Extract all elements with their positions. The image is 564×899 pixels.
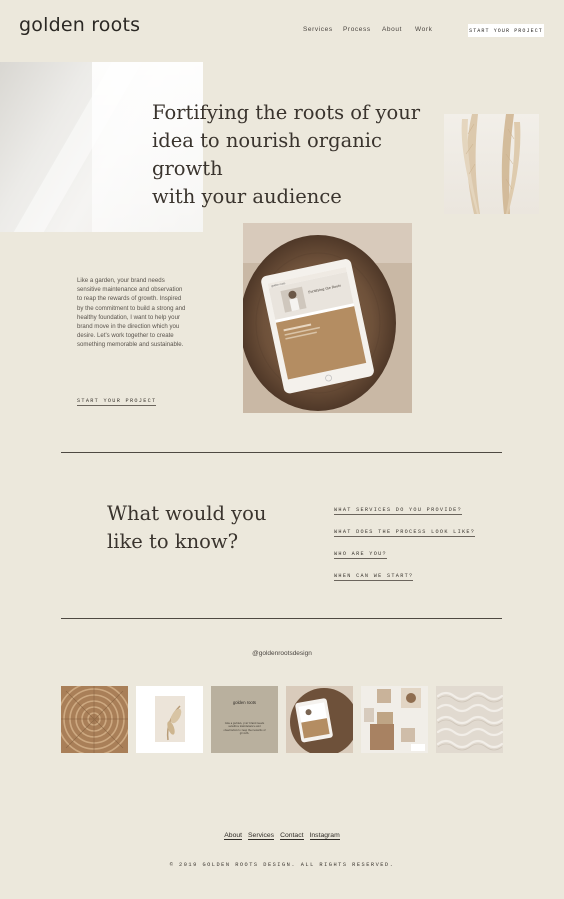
footer-link-about[interactable]: About — [224, 832, 243, 840]
section-divider — [61, 618, 502, 619]
instagram-handle[interactable]: @goldenrootsdesign — [0, 650, 564, 657]
instagram-tile[interactable] — [286, 686, 353, 753]
start-project-link[interactable]: START YOUR PROJECT — [77, 398, 157, 406]
nav-about[interactable]: About — [382, 26, 402, 33]
faq-question-services[interactable]: WHAT SERVICES DO YOU PROVIDE? — [334, 507, 462, 515]
instagram-tile-text: Like a garden, your brand needs sensitiv… — [223, 722, 266, 736]
nav-services[interactable]: Services — [303, 26, 333, 33]
instagram-tile[interactable] — [361, 686, 428, 753]
faq-title-line: like to know? — [107, 530, 239, 553]
faq-question-start[interactable]: WHEN CAN WE START? — [334, 573, 414, 581]
nav-process[interactable]: Process — [343, 26, 371, 33]
nav-work[interactable]: Work — [415, 26, 432, 33]
copyright: © 2019 GOLDEN ROOTS DESIGN. ALL RIGHTS R… — [169, 862, 395, 868]
instagram-tile[interactable] — [136, 686, 203, 753]
tablet-mockup-photo: golden roots Fortifying the Roots — [243, 223, 412, 413]
hero-title-line: Fortifying the roots of your — [152, 101, 421, 124]
section-divider — [61, 452, 502, 453]
footer-link-services[interactable]: Services — [248, 832, 275, 840]
faq-title: What would you like to know? — [107, 500, 267, 556]
instagram-tile-logo: golden roots — [232, 700, 257, 705]
instagram-tile[interactable] — [61, 686, 128, 753]
footer-link-contact[interactable]: Contact — [280, 832, 304, 840]
hero-title-line: idea to nourish organic growth — [152, 129, 382, 180]
instagram-tile[interactable] — [436, 686, 503, 753]
instagram-tile[interactable]: golden roots Like a garden, your brand n… — [211, 686, 278, 753]
faq-question-who[interactable]: WHO ARE YOU? — [334, 551, 387, 559]
faq-title-line: What would you — [107, 502, 267, 525]
start-project-button[interactable]: START YOUR PROJECT — [468, 24, 544, 37]
logo[interactable]: golden roots — [19, 14, 140, 36]
footer-nav: About Services Contact Instagram — [0, 832, 564, 840]
faq-question-process[interactable]: WHAT DOES THE PROCESS LOOK LIKE? — [334, 529, 476, 537]
pampas-grass-photo — [444, 114, 539, 214]
intro-paragraph: Like a garden, your brand needs sensitiv… — [77, 277, 186, 349]
hero-title: Fortifying the roots of your idea to nou… — [152, 99, 422, 211]
hero-title-line: with your audience — [152, 185, 342, 208]
footer-link-instagram[interactable]: Instagram — [309, 832, 340, 840]
